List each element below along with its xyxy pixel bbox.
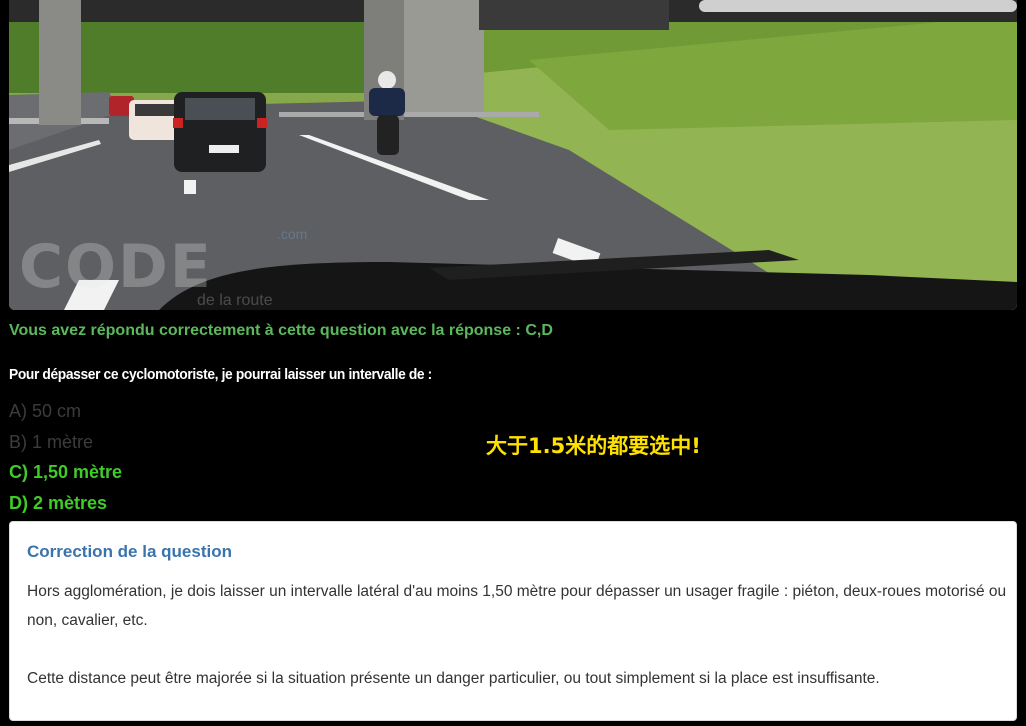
correction-card: Correction de la question Hors aggloméra… — [9, 521, 1017, 721]
watermark-logo: CODE — [19, 232, 213, 302]
question-text: Pour dépasser ce cyclomotoriste, je pour… — [9, 366, 432, 383]
answer-list: A) 50 cm B) 1 mètre C) 1,50 mètre D) 2 m… — [9, 396, 122, 518]
correction-paragraph: Cette distance peut être majorée si la s… — [27, 670, 880, 687]
watermark-domain: .com — [277, 226, 308, 242]
correction-body: Hors agglomération, je dois laisser un i… — [27, 577, 1007, 722]
answer-d[interactable]: D) 2 mètres — [9, 488, 122, 519]
question-photo: CODE .com de la route — [9, 0, 1017, 310]
answer-b[interactable]: B) 1 mètre — [9, 427, 122, 458]
result-message: Vous avez répondu correctement à cette q… — [9, 322, 553, 339]
annotation-note: 大于1.5米的都要选中! — [486, 434, 701, 458]
answer-c[interactable]: C) 1,50 mètre — [9, 457, 122, 488]
correction-paragraph: Hors agglomération, je dois laisser un i… — [27, 583, 1007, 629]
watermark-subtitle: de la route — [197, 292, 273, 309]
correction-title: Correction de la question — [27, 542, 232, 561]
answer-a[interactable]: A) 50 cm — [9, 396, 122, 427]
